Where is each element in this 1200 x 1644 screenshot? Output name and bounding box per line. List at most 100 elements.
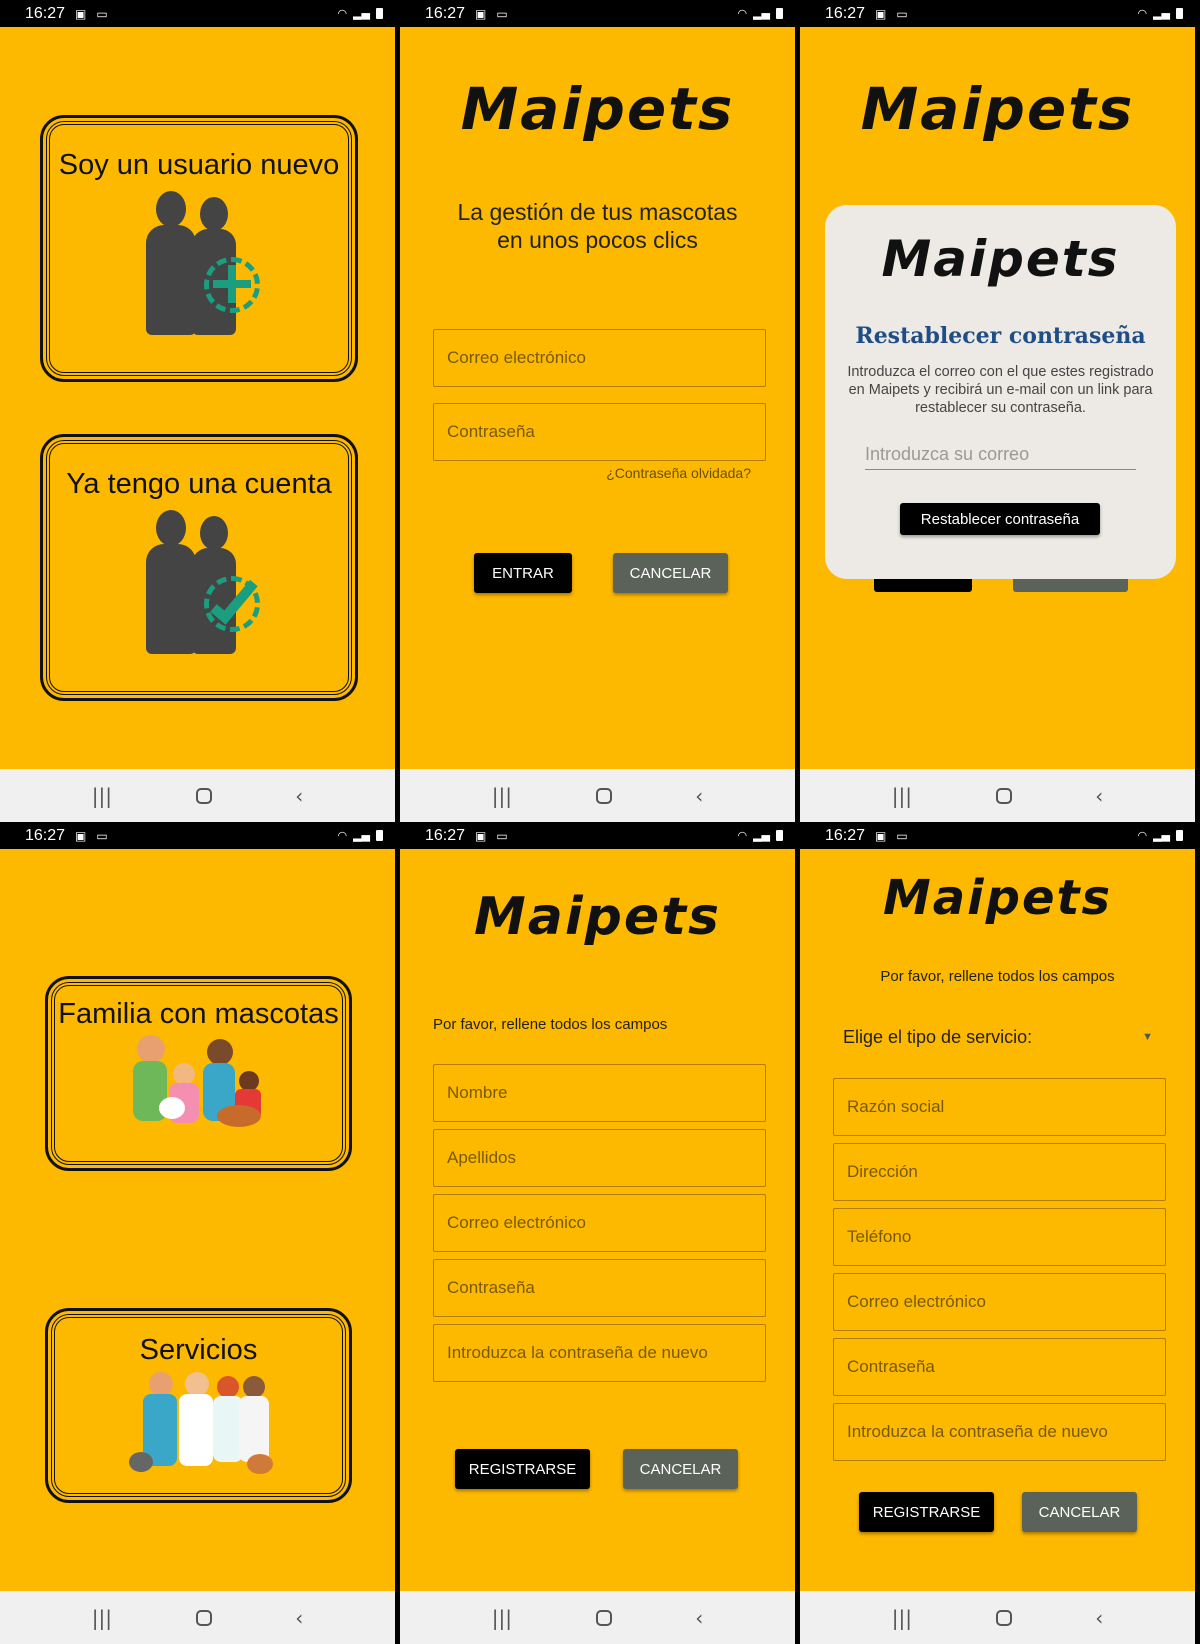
recent-apps-icon[interactable]: ||| (92, 1606, 112, 1630)
tagline-line1: La gestión de tus mascotas (457, 199, 738, 225)
instruction-text: Por favor, rellene todos los campos (433, 1016, 668, 1033)
password-field[interactable]: Contraseña (833, 1338, 1166, 1396)
business-name-field[interactable]: Razón social (833, 1078, 1166, 1136)
recent-apps-icon[interactable]: ||| (492, 784, 512, 808)
signal-icon: ▂▄ (753, 7, 770, 20)
dialog-logo: Maipets (881, 230, 1120, 288)
tagline: La gestión de tus mascotas en unos pocos… (400, 198, 795, 254)
services-card[interactable]: Servicios (45, 1308, 352, 1503)
screen-choose-user-type: 16:27 ▣ ▭ ◠ ▂▄ Familia con mascotas Servi… (0, 822, 395, 1644)
signal-icon: ▂▄ (1153, 7, 1170, 20)
back-icon[interactable]: ‹ (1095, 1606, 1103, 1630)
wifi-icon: ◠ (1137, 7, 1148, 20)
back-icon[interactable]: ‹ (1095, 784, 1103, 808)
email-field[interactable]: Correo electrónico (833, 1273, 1166, 1331)
nav-bar: ||| ‹ (800, 1591, 1195, 1644)
status-time: 16:27 (425, 4, 466, 22)
wifi-icon: ◠ (337, 7, 348, 20)
wifi-icon: ◠ (1137, 829, 1148, 842)
service-type-dropdown[interactable]: Elige el tipo de servicio: ▼ (843, 1022, 1153, 1052)
dialog-title: Restablecer contraseña (855, 323, 1146, 349)
services-illustration (128, 1372, 273, 1482)
status-time: 16:27 (825, 826, 866, 844)
maipets-logo: Maipets (860, 75, 1135, 143)
home-icon[interactable] (595, 1609, 612, 1626)
nav-bar: ||| ‹ (400, 769, 795, 822)
status-time: 16:27 (25, 826, 66, 844)
password-field[interactable]: Contraseña (433, 1259, 766, 1317)
status-bar: 16:27 ▣ ▭ ◠ ▂▄ (400, 0, 795, 27)
password-field[interactable]: Contraseña (433, 403, 766, 461)
cancel-button[interactable]: CANCELAR (1022, 1492, 1137, 1532)
laptop-icon: ▭ (96, 6, 108, 21)
password-confirm-field[interactable]: Introduzca la contraseña de nuevo (433, 1324, 766, 1382)
status-bar: 16:27 ▣ ▭ ◠ ▂▄ (800, 822, 1195, 849)
recent-apps-icon[interactable]: ||| (892, 784, 912, 808)
home-icon[interactable] (995, 1609, 1012, 1626)
recent-apps-icon[interactable]: ||| (492, 1606, 512, 1630)
family-illustration (129, 1035, 269, 1135)
reset-password-dialog: Maipets Restablecer contraseña Introduzc… (825, 205, 1176, 579)
register-button[interactable]: REGISTRARSE (455, 1449, 590, 1489)
family-card[interactable]: Familia con mascotas (45, 976, 352, 1171)
status-bar: 16:27 ▣ ▭ ◠ ▂▄ (400, 822, 795, 849)
family-title: Familia con mascotas (58, 998, 339, 1030)
battery-icon (1176, 830, 1183, 841)
wifi-icon: ◠ (737, 7, 748, 20)
screen-register-family: 16:27 ▣ ▭ ◠ ▂▄ Maipets Por favor, rellene… (400, 822, 795, 1644)
services-title: Servicios (139, 1334, 258, 1366)
tagline-line2: en unos pocos clics (497, 227, 698, 253)
back-icon[interactable]: ‹ (295, 784, 303, 808)
maipets-logo: Maipets (882, 870, 1113, 926)
back-icon[interactable]: ‹ (295, 1606, 303, 1630)
status-time: 16:27 (425, 826, 466, 844)
password-confirm-field[interactable]: Introduzca la contraseña de nuevo (833, 1403, 1166, 1461)
laptop-icon: ▭ (896, 6, 908, 21)
gallery-icon: ▣ (75, 6, 87, 21)
dropdown-arrow-icon: ▼ (1142, 1031, 1153, 1043)
new-user-people-icon (134, 189, 264, 339)
back-icon[interactable]: ‹ (695, 1606, 703, 1630)
recent-apps-icon[interactable]: ||| (892, 1606, 912, 1630)
nav-bar: ||| ‹ (0, 1591, 395, 1644)
home-icon[interactable] (195, 1609, 212, 1626)
back-icon[interactable]: ‹ (695, 784, 703, 808)
status-time: 16:27 (25, 4, 66, 22)
phone-field[interactable]: Teléfono (833, 1208, 1166, 1266)
screen-choose-account: 16:27 ▣ ▭ ◠ ▂▄ Soy un usuario nuevo Ya te… (0, 0, 395, 822)
nav-bar: ||| ‹ (800, 769, 1195, 822)
surname-field[interactable]: Apellidos (433, 1129, 766, 1187)
home-icon[interactable] (995, 787, 1012, 804)
laptop-icon: ▭ (96, 828, 108, 843)
screen-login: 16:27 ▣ ▭ ◠ ▂▄ Maipets La gestión de tus … (400, 0, 795, 822)
cancel-button[interactable]: CANCELAR (623, 1449, 738, 1489)
existing-user-people-icon (134, 508, 264, 658)
nav-bar: ||| ‹ (400, 1591, 795, 1644)
existing-user-card[interactable]: Ya tengo una cuenta (40, 434, 358, 701)
status-bar: 16:27 ▣ ▭ ◠ ▂▄ (0, 0, 395, 27)
email-field[interactable]: Correo electrónico (433, 329, 766, 387)
maipets-logo: Maipets (474, 887, 721, 947)
gallery-icon: ▣ (75, 828, 87, 843)
laptop-icon: ▭ (496, 6, 508, 21)
home-icon[interactable] (195, 787, 212, 804)
signal-icon: ▂▄ (1153, 829, 1170, 842)
email-field[interactable]: Correo electrónico (433, 1194, 766, 1252)
instruction-text: Por favor, rellene todos los campos (880, 968, 1115, 985)
forgot-password-link[interactable]: ¿Contraseña olvidada? (606, 465, 751, 481)
reset-password-button[interactable]: Restablecer contraseña (900, 503, 1100, 535)
screen-reset-password: 16:27 ▣ ▭ ◠ ▂▄ Maipets Maipets Restablece… (800, 0, 1195, 822)
address-field[interactable]: Dirección (833, 1143, 1166, 1201)
recent-apps-icon[interactable]: ||| (92, 784, 112, 808)
new-user-card[interactable]: Soy un usuario nuevo (40, 115, 358, 382)
home-icon[interactable] (595, 787, 612, 804)
name-field[interactable]: Nombre (433, 1064, 766, 1122)
laptop-icon: ▭ (496, 828, 508, 843)
enter-button[interactable]: ENTRAR (474, 553, 572, 593)
battery-icon (776, 8, 783, 19)
reset-email-input[interactable]: Introduzca su correo (865, 440, 1136, 470)
status-bar: 16:27 ▣ ▭ ◠ ▂▄ (0, 822, 395, 849)
register-button[interactable]: REGISTRARSE (859, 1492, 994, 1532)
status-bar: 16:27 ▣ ▭ ◠ ▂▄ (800, 0, 1195, 27)
cancel-button[interactable]: CANCELAR (613, 553, 728, 593)
